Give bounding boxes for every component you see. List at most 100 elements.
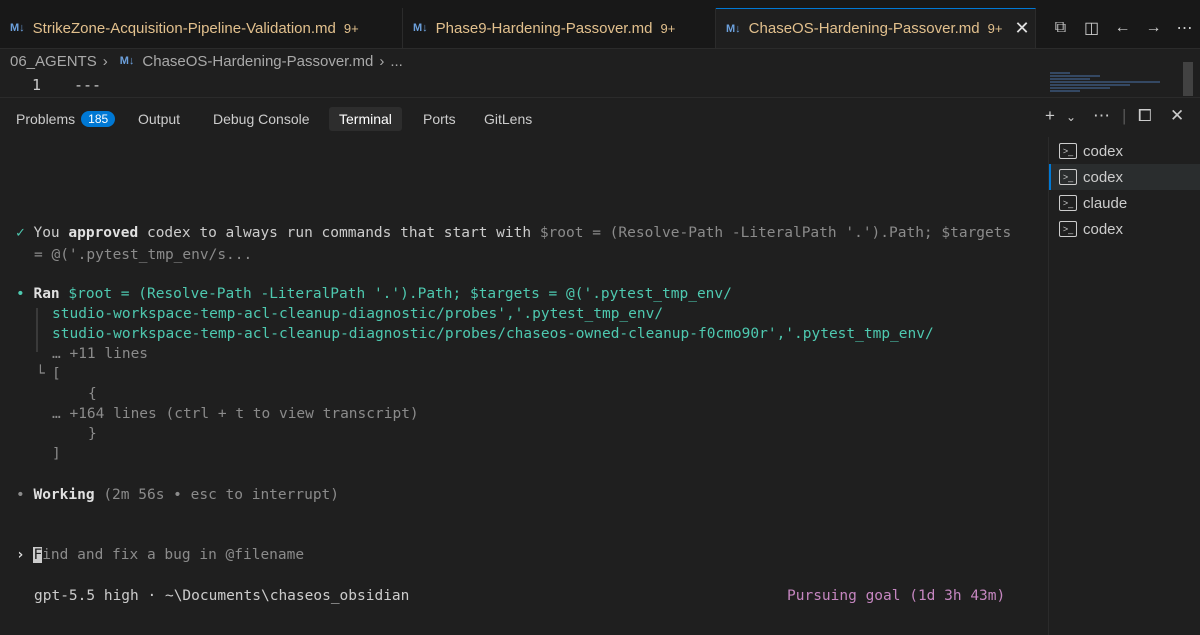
tab-phase9[interactable]: M↓ Phase9-Hardening-Passover.md 9+ xyxy=(403,8,716,48)
tab-strikezone[interactable]: M↓ StrikeZone-Acquisition-Pipeline-Valid… xyxy=(0,8,403,48)
tab-debug-console[interactable]: Debug Console xyxy=(213,107,310,131)
tab-output[interactable]: Output xyxy=(138,107,180,131)
editor-scrollbar[interactable] xyxy=(1183,62,1193,96)
working-label: Working xyxy=(33,487,95,503)
model-label: gpt-5.5 high xyxy=(34,588,139,604)
output-label: Output xyxy=(138,111,181,127)
editor-actions: ⧉ ◫ ← → ⋯ xyxy=(1045,8,1200,48)
approval-text: codex to always run commands that start … xyxy=(138,225,540,241)
close-panel-icon[interactable]: ✕ xyxy=(1170,106,1184,126)
command-guide xyxy=(36,308,38,352)
goal-status: Pursuing goal (1d 3h 43m) xyxy=(787,588,1006,604)
more-actions-icon[interactable]: ⋯ xyxy=(1093,106,1110,126)
tab-label: Phase9-Hardening-Passover.md xyxy=(435,19,653,37)
approval-command: $root = (Resolve-Path -LiteralPath '.').… xyxy=(539,225,1012,241)
markdown-icon: M↓ xyxy=(10,22,25,34)
transcript-hint: … +164 lines (ctrl + t to view transcrip… xyxy=(52,406,419,422)
tab-terminal[interactable]: Terminal xyxy=(329,107,402,131)
tab-ports[interactable]: Ports xyxy=(423,107,456,131)
gitlens-label: GitLens xyxy=(484,111,533,127)
checkmark-icon: ✓ xyxy=(16,225,25,241)
terminal-name: claude xyxy=(1083,194,1128,212)
more-lines: … +11 lines xyxy=(52,346,149,362)
approval-prefix: You xyxy=(33,225,69,241)
terminal-output[interactable]: ✓ You approved codex to always run comma… xyxy=(0,137,1040,635)
chevron-right-icon: › xyxy=(102,52,108,70)
terminal-item-4[interactable]: >_ codex xyxy=(1049,216,1200,242)
chevron-right-icon: › xyxy=(379,52,385,70)
tree-corner: └ xyxy=(36,366,45,382)
ran-label: Ran xyxy=(33,286,60,302)
tab-problem-count: 9+ xyxy=(987,21,1003,36)
bracket-open: [ xyxy=(52,366,61,382)
ports-label: Ports xyxy=(423,111,456,127)
working-status: (2m 56s • esc to interrupt) xyxy=(103,487,340,503)
terminal-icon: >_ xyxy=(1059,195,1077,211)
problems-count-badge: 185 xyxy=(81,111,116,127)
ran-command-2: studio-workspace-temp-acl-cleanup-diagno… xyxy=(52,306,664,322)
tab-problem-count: 9+ xyxy=(343,20,359,36)
terminal-name: codex xyxy=(1083,142,1124,160)
terminal-icon: >_ xyxy=(1059,169,1077,185)
prompt-placeholder: ind and fix a bug in @filename xyxy=(42,547,305,563)
line-content[interactable]: --- xyxy=(74,76,101,94)
panel-header: Problems 185 Output Debug Console Termin… xyxy=(0,97,1200,138)
markdown-icon: M↓ xyxy=(413,22,428,34)
ran-command-3: studio-workspace-temp-acl-cleanup-diagno… xyxy=(52,326,934,342)
debug-console-label: Debug Console xyxy=(213,111,310,127)
approval-line: ✓ You approved codex to always run comma… xyxy=(16,225,1011,241)
bullet-icon: • xyxy=(16,487,25,503)
line-number: 1 xyxy=(32,76,42,94)
prompt-chevron-icon: › xyxy=(16,547,25,563)
editor-area[interactable]: 1 --- xyxy=(0,74,1040,96)
forward-arrow-icon[interactable]: → xyxy=(1138,19,1169,37)
minimap[interactable] xyxy=(1050,72,1170,96)
breadcrumb-more[interactable]: ... xyxy=(390,53,403,70)
breadcrumb-file[interactable]: ChaseOS-Hardening-Passover.md xyxy=(142,53,373,70)
terminal-list: >_ codex >_ codex >_ claude >_ codex xyxy=(1048,137,1200,635)
bracket-close: ] xyxy=(52,446,61,462)
tab-label: StrikeZone-Acquisition-Pipeline-Validati… xyxy=(32,19,336,37)
problems-label: Problems xyxy=(16,111,76,127)
status-line: gpt-5.5 high · ~\Documents\chaseos_obsid… xyxy=(34,588,409,604)
brace-open: { xyxy=(88,386,97,402)
prompt-cursor: F xyxy=(33,547,43,563)
editor-tab-bar: M↓ StrikeZone-Acquisition-Pipeline-Valid… xyxy=(0,8,1200,49)
terminal-item-2[interactable]: >_ codex xyxy=(1049,164,1200,190)
ran-line: • Ran $root = (Resolve-Path -LiteralPath… xyxy=(16,286,732,302)
terminal-name: codex xyxy=(1083,168,1124,186)
tab-problems[interactable]: Problems 185 xyxy=(16,107,116,131)
terminal-icon: >_ xyxy=(1059,143,1077,159)
divider: | xyxy=(1122,106,1127,125)
maximize-panel-icon[interactable]: ⧠ xyxy=(1138,106,1152,126)
terminal-name: codex xyxy=(1083,220,1124,238)
terminal-label: Terminal xyxy=(339,111,392,127)
bullet-icon: • xyxy=(16,286,25,302)
new-terminal-icon[interactable]: + xyxy=(1045,106,1055,126)
markdown-icon: M↓ xyxy=(119,55,135,67)
prompt-input[interactable]: › Find and fix a bug in @filename xyxy=(16,547,304,563)
working-dir: · ~\Documents\chaseos_obsidian xyxy=(147,588,410,604)
terminal-item-1[interactable]: >_ codex xyxy=(1049,138,1200,164)
approval-bold: approved xyxy=(68,225,139,241)
more-actions-icon[interactable]: ⋯ xyxy=(1169,18,1200,38)
markdown-icon: M↓ xyxy=(726,22,741,35)
tab-gitlens[interactable]: GitLens xyxy=(484,107,532,131)
back-arrow-icon[interactable]: ← xyxy=(1107,19,1138,37)
approval-continuation: = @('.pytest_tmp_env/s... xyxy=(34,247,253,263)
close-icon[interactable]: ✕ xyxy=(1014,18,1029,39)
ran-command-1: $root = (Resolve-Path -LiteralPath '.').… xyxy=(68,286,732,302)
terminal-icon: >_ xyxy=(1059,221,1077,237)
working-line: • Working (2m 56s • esc to interrupt) xyxy=(16,487,339,503)
tab-label: ChaseOS-Hardening-Passover.md xyxy=(748,20,980,37)
brace-close: } xyxy=(88,426,97,442)
title-strip xyxy=(0,0,1200,8)
chevron-down-icon[interactable]: ⌄ xyxy=(1066,110,1076,124)
terminal-item-3[interactable]: >_ claude xyxy=(1049,190,1200,216)
split-editor-icon[interactable]: ◫ xyxy=(1076,18,1107,38)
open-preview-icon[interactable]: ⧉ xyxy=(1045,19,1076,37)
breadcrumb: 06_AGENTS › M↓ ChaseOS-Hardening-Passove… xyxy=(0,49,1040,73)
tab-chaseos[interactable]: M↓ ChaseOS-Hardening-Passover.md 9+ ✕ xyxy=(716,8,1036,48)
tab-problem-count: 9+ xyxy=(660,20,676,36)
breadcrumb-folder[interactable]: 06_AGENTS xyxy=(10,53,97,70)
